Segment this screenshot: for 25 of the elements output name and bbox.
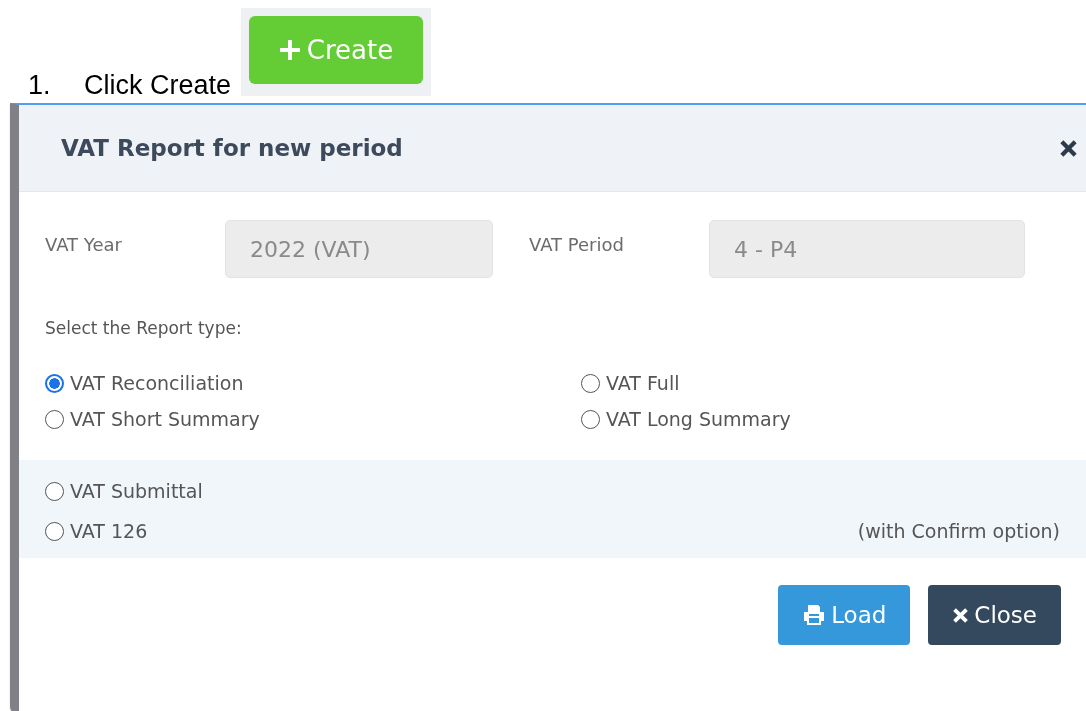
dialog-title: VAT Report for new period: [61, 135, 403, 161]
radio-option[interactable]: VAT 126: [45, 520, 148, 542]
prompt-text: Select the Report type:: [45, 318, 243, 338]
radio-button[interactable]: [45, 481, 64, 501]
radio-option[interactable]: VAT Submittal: [45, 480, 203, 502]
radio-button[interactable]: [45, 521, 64, 541]
radio-button[interactable]: [45, 409, 64, 429]
radio-button[interactable]: [45, 373, 64, 393]
close-button[interactable]: Close: [928, 585, 1061, 645]
field-label: VAT Period: [529, 233, 625, 257]
close-icon: [1059, 138, 1078, 158]
radio-option[interactable]: VAT Long Summary: [581, 408, 1060, 430]
instruction-text: Click Create: [84, 70, 232, 101]
radio-option[interactable]: VAT Reconciliation: [45, 372, 581, 394]
radio-option[interactable]: VAT Full: [581, 372, 1060, 394]
list-number: 1.: [28, 70, 52, 101]
printer-icon: [802, 603, 827, 627]
close-icon: [952, 606, 970, 624]
radio-option[interactable]: VAT Short Summary: [45, 408, 581, 430]
close-button[interactable]: [1059, 138, 1078, 158]
plus-icon: [278, 39, 301, 61]
field-label: VAT Year: [45, 233, 123, 257]
confirm-note: (with Confirm option): [857, 520, 1060, 542]
radio-button[interactable]: [581, 373, 600, 393]
radio-button[interactable]: [581, 409, 600, 429]
